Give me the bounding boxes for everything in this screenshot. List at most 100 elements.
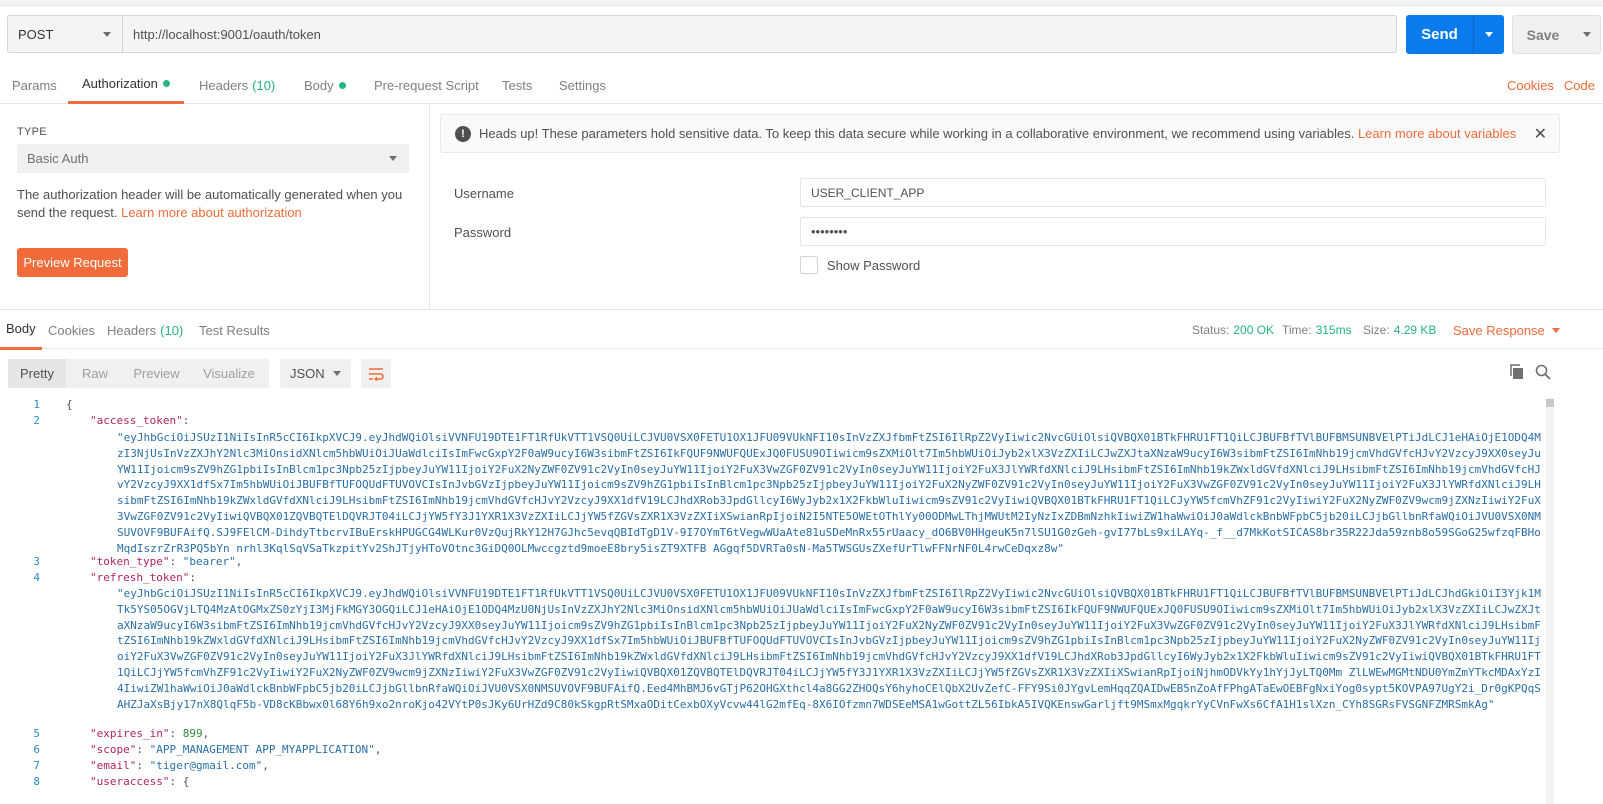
tab-params[interactable]: Params xyxy=(12,66,57,104)
line-number: 2 xyxy=(33,414,40,427)
line-number: 5 xyxy=(33,727,40,740)
top-strip xyxy=(0,0,1603,6)
tab-label: Params xyxy=(12,77,57,93)
type-label: TYPE xyxy=(17,126,47,138)
show-password-checkbox[interactable] xyxy=(800,256,818,274)
size-readout: Size: 4.29 KB xyxy=(1363,310,1436,350)
save-button[interactable]: Save xyxy=(1512,15,1601,54)
raw-button[interactable]: Raw xyxy=(66,359,124,388)
tab-count: (10) xyxy=(252,77,276,93)
code-line: "email": "tiger@gmail.com", xyxy=(90,759,269,772)
search-icon[interactable] xyxy=(1535,364,1551,383)
copy-icon[interactable] xyxy=(1509,364,1525,383)
json-key: "email" xyxy=(90,759,137,772)
line-number: 6 xyxy=(33,743,40,756)
save-options-button[interactable] xyxy=(1573,16,1600,53)
password-input[interactable]: •••••••• xyxy=(800,217,1546,246)
json-key: "refresh_token" xyxy=(90,571,190,584)
username-input[interactable]: USER_CLIENT_APP xyxy=(800,178,1546,207)
chevron-down-icon xyxy=(1485,32,1493,37)
auth-type-value: Basic Auth xyxy=(27,151,89,166)
send-button[interactable]: Send xyxy=(1406,15,1504,54)
code-line: "useraccess": { xyxy=(90,775,190,788)
request-tabs: Params Authorization Headers (10) Body Pr… xyxy=(0,66,1603,104)
pretty-button[interactable]: Pretty xyxy=(8,359,66,388)
line-number: 8 xyxy=(33,775,40,788)
send-options-button[interactable] xyxy=(1474,15,1504,54)
tab-headers[interactable]: Headers (10) xyxy=(199,66,275,104)
format-toggle-group: Pretty Raw Preview Visualize xyxy=(8,359,269,388)
chevron-down-icon xyxy=(1552,327,1561,333)
tab-body[interactable]: Body xyxy=(304,66,346,104)
line-number: 7 xyxy=(33,759,40,772)
preview-request-button[interactable]: Preview Request xyxy=(17,248,128,277)
tab-authorization[interactable]: Authorization xyxy=(68,66,184,104)
wrap-lines-button[interactable] xyxy=(361,359,391,388)
code-line: { xyxy=(66,397,73,413)
json-string: "tiger@gmail.com" xyxy=(149,759,263,772)
tab-label: Cookies xyxy=(48,322,95,338)
code-line: "expires_in": 899, xyxy=(90,727,210,740)
chevron-down-icon xyxy=(103,31,111,37)
save-label: Save xyxy=(1526,26,1560,43)
status-label: Status: xyxy=(1192,323,1230,337)
code-line: "token_type": "bearer", xyxy=(90,555,243,568)
tab-label: Tests xyxy=(502,77,533,93)
size-label: Size: xyxy=(1363,323,1390,337)
method-value: POST xyxy=(18,26,54,42)
chevron-down-icon xyxy=(389,156,397,161)
time-label: Time: xyxy=(1282,323,1312,337)
tab-label: Headers xyxy=(107,322,157,338)
status-dot-icon xyxy=(162,80,170,87)
preview-button[interactable]: Preview xyxy=(124,359,189,388)
code-line: "access_token": xyxy=(90,414,190,427)
tab-label: Body xyxy=(6,321,36,336)
tab-response-headers[interactable]: Headers (10) xyxy=(107,310,183,350)
username-label: Username xyxy=(454,186,514,201)
tab-label: Test Results xyxy=(199,322,270,338)
learn-more-variables-link[interactable]: Learn more about variables xyxy=(1358,126,1516,141)
auth-description: The authorization header will be automat… xyxy=(17,186,412,222)
code-scrollbar[interactable] xyxy=(1546,397,1554,804)
response-body-code[interactable]: 1 2 3 4 5 6 7 8 { "access_token": "eyJhb… xyxy=(0,397,1560,804)
tab-pre-request-script[interactable]: Pre-request Script xyxy=(374,66,479,104)
response-tabs: Body Cookies Headers (10) Test Results St… xyxy=(0,309,1603,350)
url-input[interactable]: http://localhost:9001/oauth/token xyxy=(123,16,1396,52)
tab-label: Settings xyxy=(559,77,606,93)
chevron-down-icon xyxy=(1582,32,1591,37)
code-link[interactable]: Code xyxy=(1564,78,1595,93)
tab-test-results[interactable]: Test Results xyxy=(199,310,270,350)
line-number: 1 xyxy=(33,398,40,411)
tab-settings[interactable]: Settings xyxy=(559,66,606,104)
wrap-icon xyxy=(369,367,384,381)
save-response-button[interactable]: Save Response xyxy=(1453,310,1561,350)
status-value: 200 OK xyxy=(1233,323,1275,337)
tab-tests[interactable]: Tests xyxy=(502,66,532,104)
show-password-label: Show Password xyxy=(827,258,921,273)
auth-type-panel: TYPE Basic Auth The authorization header… xyxy=(0,104,430,309)
tab-response-cookies[interactable]: Cookies xyxy=(48,310,95,350)
cookies-link[interactable]: Cookies xyxy=(1507,78,1554,93)
json-string: "APP_MANAGEMENT APP_MYAPPLICATION" xyxy=(149,743,375,756)
close-icon[interactable]: ✕ xyxy=(1534,124,1547,144)
learn-more-auth-link[interactable]: Learn more about authorization xyxy=(121,205,302,220)
tab-response-body[interactable]: Body xyxy=(0,310,42,350)
tab-count: (10) xyxy=(160,322,184,338)
send-label: Send xyxy=(1406,15,1474,54)
json-key: "useraccess" xyxy=(90,775,170,788)
visualize-button[interactable]: Visualize xyxy=(189,359,269,388)
code-line: "scope": "APP_MANAGEMENT APP_MYAPPLICATI… xyxy=(90,743,382,756)
right-links: Cookies Code xyxy=(1507,66,1595,104)
language-select[interactable]: JSON xyxy=(280,359,351,388)
info-icon: ! xyxy=(455,125,471,142)
scrollbar-thumb[interactable] xyxy=(1546,399,1554,407)
json-key: "scope" xyxy=(90,743,137,756)
method-select[interactable]: POST xyxy=(8,16,123,52)
password-label: Password xyxy=(454,225,512,240)
status-dot-icon xyxy=(338,81,346,89)
auth-type-select[interactable]: Basic Auth xyxy=(17,144,409,173)
json-key: "token_type" xyxy=(90,555,170,568)
json-key: "expires_in" xyxy=(90,727,170,740)
language-value: JSON xyxy=(290,366,325,381)
refresh-token-value: "eyJhbGciOiJSUzI1NiIsInR5cCI6IkpXVCJ9.ey… xyxy=(117,587,1541,711)
